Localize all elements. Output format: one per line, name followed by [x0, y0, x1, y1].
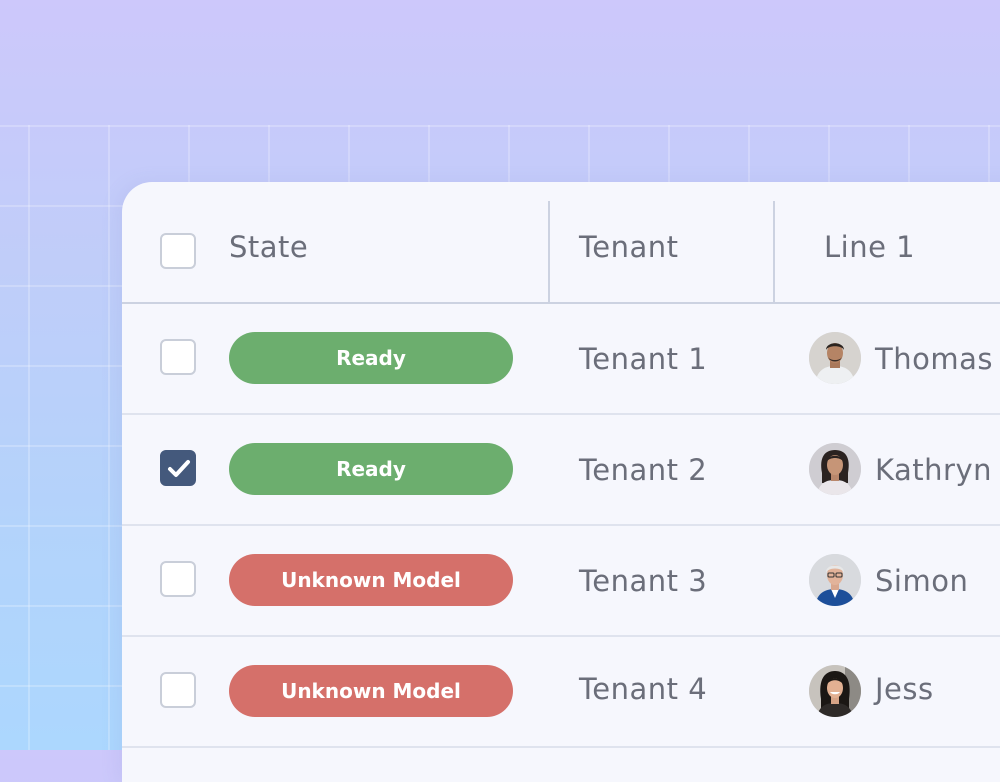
- status-badge-label: Unknown Model: [281, 679, 461, 703]
- column-header-tenant[interactable]: Tenant: [579, 230, 679, 264]
- tenant-cell: Tenant 1: [579, 342, 708, 376]
- row-checkbox[interactable]: [160, 561, 196, 597]
- status-badge: Ready: [229, 443, 513, 495]
- young-woman-avatar-icon: [809, 665, 861, 717]
- row-checkbox[interactable]: [160, 672, 196, 708]
- user-name: Kathryn: [875, 453, 992, 487]
- table-header: State Tenant Line 1: [122, 182, 1000, 304]
- user-name: Thomas: [875, 342, 993, 376]
- tenant-cell: Tenant 3: [579, 564, 708, 598]
- status-badge-label: Unknown Model: [281, 568, 461, 592]
- column-resize-handle[interactable]: [773, 201, 775, 302]
- table-row[interactable]: Ready Tenant 1 Thomas: [122, 303, 1000, 415]
- status-badge-label: Ready: [336, 457, 406, 481]
- select-all-checkbox[interactable]: [160, 233, 196, 269]
- man-avatar-icon: [809, 332, 861, 384]
- table-row[interactable]: Unknown Model Tenant 3 Simon: [122, 525, 1000, 637]
- woman-avatar-icon: [809, 443, 861, 495]
- tenant-cell: Tenant 2: [579, 453, 708, 487]
- column-resize-handle[interactable]: [548, 201, 550, 302]
- older-man-avatar-icon: [809, 554, 861, 606]
- row-checkbox[interactable]: [160, 339, 196, 375]
- status-badge: Ready: [229, 332, 513, 384]
- data-table: State Tenant Line 1 Ready Tenant 1 Thoma…: [122, 182, 1000, 782]
- table-row[interactable]: Ready Tenant 2 Kathryn: [122, 414, 1000, 526]
- row-checkbox-checked[interactable]: [160, 450, 196, 486]
- checkmark-icon: [168, 460, 190, 477]
- column-header-line1[interactable]: Line 1: [824, 230, 915, 264]
- column-header-state[interactable]: State: [229, 230, 308, 264]
- user-name: Simon: [875, 564, 969, 598]
- status-badge: Unknown Model: [229, 554, 513, 606]
- status-badge-label: Ready: [336, 346, 406, 370]
- tenant-cell: Tenant 4: [579, 672, 708, 706]
- status-badge: Unknown Model: [229, 665, 513, 717]
- user-name: Jess: [875, 672, 934, 706]
- table-row[interactable]: Unknown Model Tenant 4 Jess: [122, 636, 1000, 748]
